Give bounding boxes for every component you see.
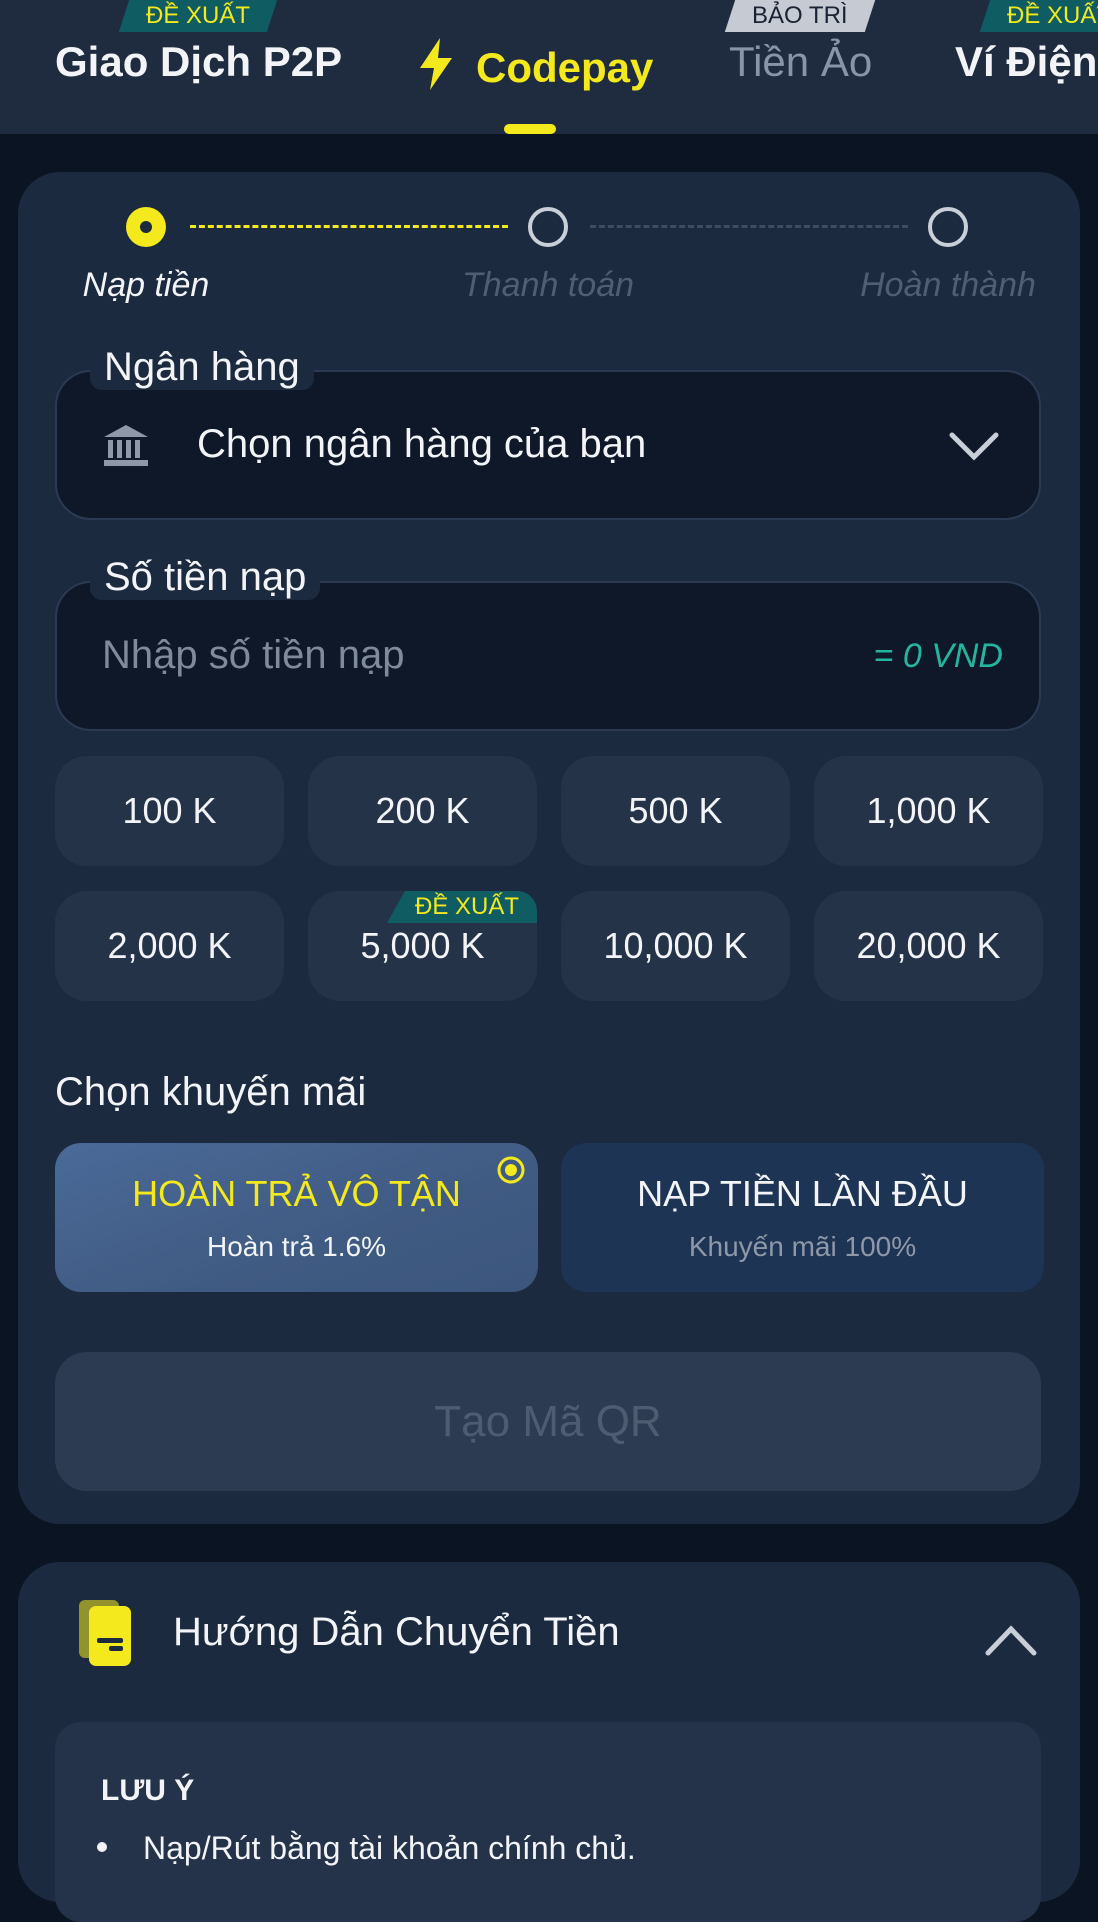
tab-codepay[interactable]: Codepay: [416, 38, 653, 92]
promo-first-deposit-subtitle: Khuyến mãi 100%: [688, 1231, 917, 1262]
chevron-up-icon: [985, 1625, 1037, 1656]
step-3-dot: [928, 207, 968, 247]
step-1-label: Nạp tiền: [82, 266, 210, 304]
guide-header[interactable]: Hướng Dẫn Chuyển Tiền: [55, 1600, 1041, 1680]
quick-amount-1000k[interactable]: 1,000 K: [814, 756, 1043, 866]
quick-amount-10000k[interactable]: 10,000 K: [561, 891, 790, 1001]
bank-icon: [104, 425, 148, 466]
tab-badge-maintenance: BẢO TRÌ: [724, 0, 875, 32]
chevron-down-icon: [949, 432, 999, 461]
quick-amount-200k[interactable]: 200 K: [308, 756, 537, 866]
create-qr-button[interactable]: Tạo Mã QR: [55, 1352, 1041, 1491]
quick-amount-5000k-label: 5,000 K: [360, 925, 485, 966]
note-heading: LƯU Ý: [101, 1774, 195, 1807]
note-item: Nạp/Rút bằng tài khoản chính chủ.: [97, 1830, 636, 1867]
tab-crypto[interactable]: Tiền Ảo: [729, 38, 872, 86]
promo-cashback-subtitle: Hoàn trả 1.6%: [207, 1231, 386, 1262]
amount-field-label: Số tiền nạp: [90, 555, 321, 600]
quick-amount-100k[interactable]: 100 K: [55, 756, 284, 866]
sim-card-icon: [79, 1600, 131, 1666]
promo-cashback-title: HOÀN TRẢ VÔ TẬN: [132, 1173, 461, 1214]
step-3-label: Hoàn thành: [860, 266, 1036, 304]
stepper-line-active: [190, 225, 508, 228]
step-1-dot: [126, 207, 166, 247]
stepper-line-inactive: [590, 225, 908, 228]
bank-field-label: Ngân hàng: [90, 345, 314, 390]
promo-option-first-deposit[interactable]: NẠP TIỀN LẦN ĐẦU Khuyến mãi 100%: [561, 1143, 1044, 1292]
bank-select[interactable]: Chọn ngân hàng của bạn: [55, 370, 1041, 520]
amount-converted-value: = 0 VND: [873, 637, 1003, 675]
guide-title: Hướng Dẫn Chuyển Tiền: [173, 1610, 620, 1654]
amount-input-placeholder: Nhập số tiền nạp: [102, 633, 405, 677]
tab-codepay-label: Codepay: [476, 44, 654, 91]
bank-select-placeholder: Chọn ngân hàng của bạn: [197, 422, 647, 466]
active-tab-indicator: [504, 124, 556, 134]
promo-option-cashback[interactable]: HOÀN TRẢ VÔ TẬN Hoàn trả 1.6%: [55, 1143, 538, 1292]
bullet-icon: [97, 1842, 107, 1852]
top-tab-bar: ĐỀ XUẤT Giao Dịch P2P Codepay BẢO TRÌ Ti…: [0, 0, 1098, 134]
amount-input[interactable]: Nhập số tiền nạp = 0 VND: [55, 581, 1041, 731]
quick-amount-5000k[interactable]: 5,000 K ĐỀ XUẤT: [308, 891, 537, 1001]
promo-heading: Chọn khuyến mãi: [55, 1070, 367, 1114]
quick-amount-20000k[interactable]: 20,000 K: [814, 891, 1043, 1001]
quick-amount-500k[interactable]: 500 K: [561, 756, 790, 866]
tab-badge-recommended: ĐỀ XUẤT: [118, 0, 278, 32]
quick-amount-2000k[interactable]: 2,000 K: [55, 891, 284, 1001]
tab-p2p[interactable]: Giao Dịch P2P: [55, 38, 342, 86]
lightning-icon: [420, 38, 452, 90]
recommended-badge: ĐỀ XUẤT: [386, 891, 537, 923]
note-box: LƯU Ý Nạp/Rút bằng tài khoản chính chủ.: [55, 1722, 1041, 1922]
step-2-label: Thanh toán: [461, 266, 635, 304]
step-2-dot: [528, 207, 568, 247]
tab-badge-recommended-2: ĐỀ XUẤT: [979, 0, 1098, 32]
tab-ewallet[interactable]: Ví Điện: [955, 38, 1097, 86]
note-item-text: Nạp/Rút bằng tài khoản chính chủ.: [143, 1830, 636, 1866]
create-qr-button-label: Tạo Mã QR: [434, 1397, 662, 1446]
promo-first-deposit-title: NẠP TIỀN LẦN ĐẦU: [637, 1173, 968, 1214]
selected-radio-icon: [497, 1156, 525, 1184]
